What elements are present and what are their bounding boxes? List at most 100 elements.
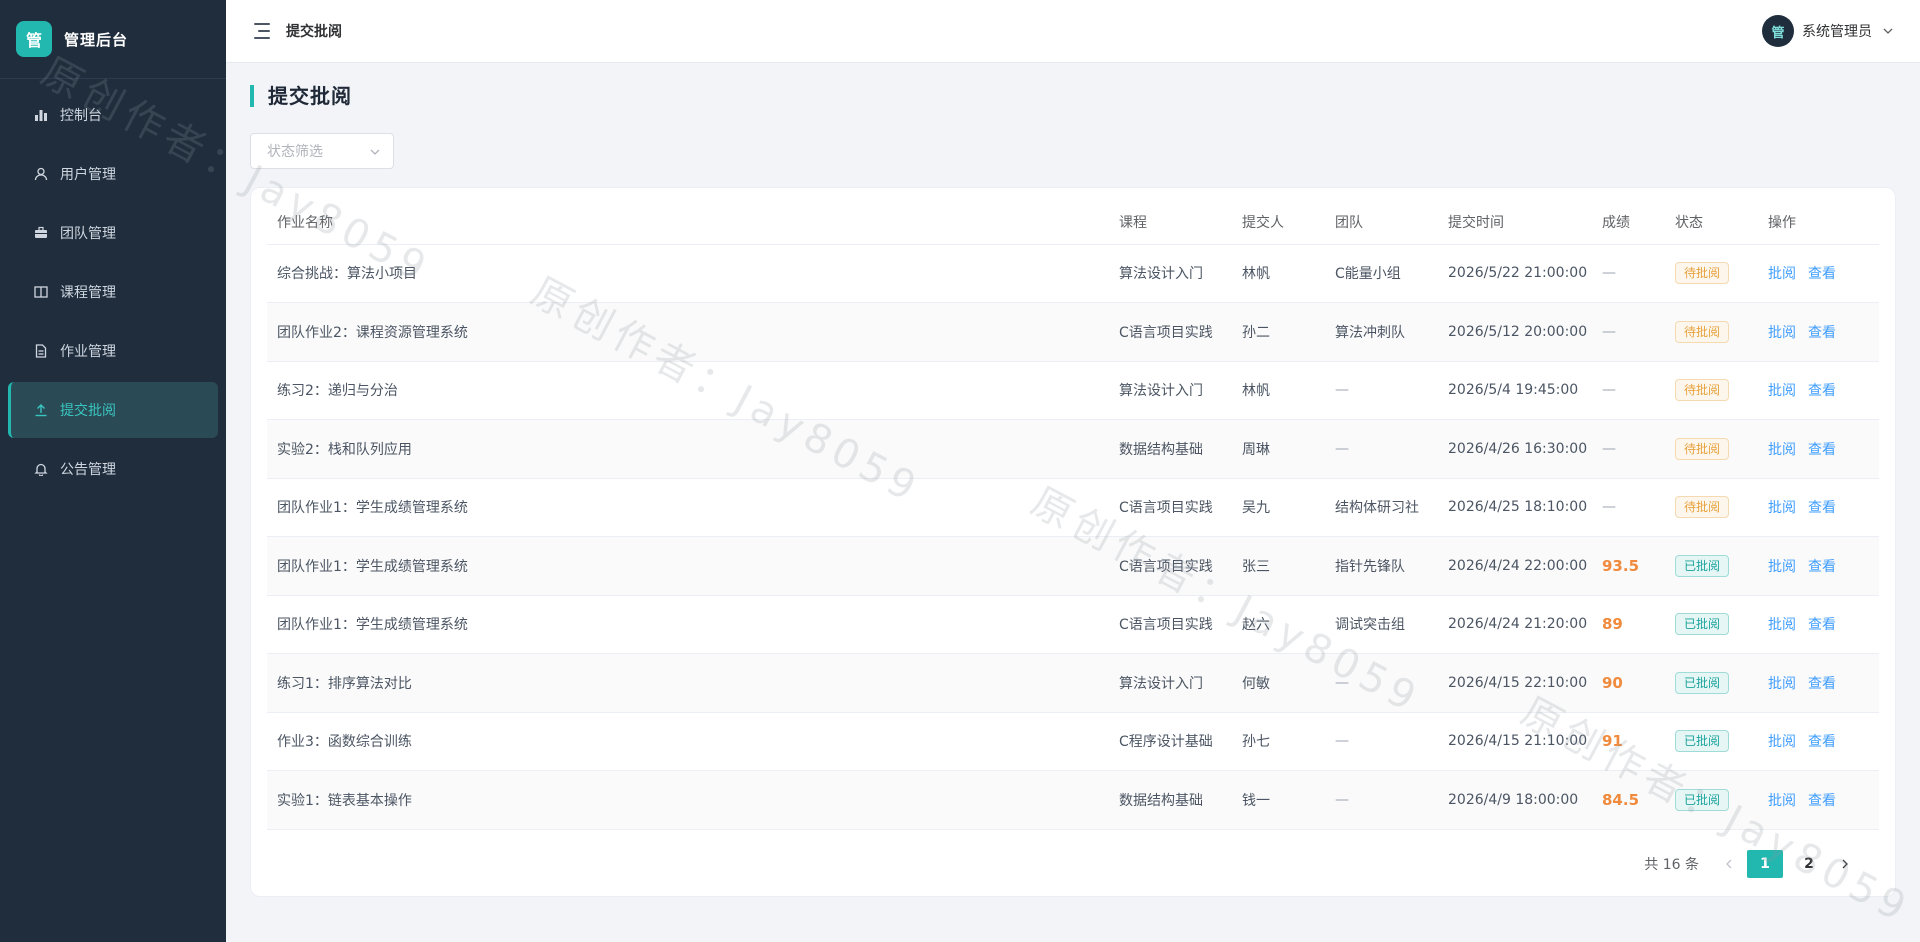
assignment-name: 团队作业1：学生成绩管理系统	[267, 595, 1109, 654]
submitter-name: 何敏	[1232, 653, 1325, 713]
actions-cell: 批阅 查看	[1758, 302, 1879, 362]
status-cell: 已批阅	[1665, 595, 1758, 654]
score-value: 91	[1602, 732, 1623, 751]
assignment-name: 团队作业1：学生成绩管理系统	[267, 478, 1109, 537]
main-content: 提交批阅 状态筛选 作业名称 课程 提交人 团队 提交时间 成绩 状态 操作 综…	[226, 63, 1920, 942]
submit-time: 2026/5/12 20:00:00	[1438, 302, 1592, 362]
sidebar-item-label: 控制台	[60, 108, 102, 124]
bell-icon	[32, 460, 50, 478]
submit-time: 2026/4/15 22:10:00	[1438, 653, 1592, 713]
score-value: —	[1602, 323, 1616, 340]
team-name: 算法冲刺队	[1325, 302, 1438, 362]
course-name: 算法设计入门	[1109, 361, 1232, 420]
view-link[interactable]: 查看	[1808, 266, 1836, 282]
actions-cell: 批阅 查看	[1758, 361, 1879, 420]
score-cell: —	[1592, 244, 1665, 303]
page-button-1[interactable]: 1	[1747, 850, 1783, 878]
brand-logo: 管	[16, 21, 52, 57]
actions-cell: 批阅 查看	[1758, 595, 1879, 654]
column-header: 团队	[1325, 200, 1438, 245]
review-link[interactable]: 批阅	[1768, 325, 1796, 341]
status-badge: 待批阅	[1675, 262, 1730, 285]
sidebar-menu: 控制台 用户管理 团队管理 课程管理 作业管理 提交批阅 公告管理	[0, 87, 226, 497]
review-link[interactable]: 批阅	[1768, 734, 1796, 750]
assignment-name: 作业3：函数综合训练	[267, 712, 1109, 771]
sidebar-item-announcements[interactable]: 公告管理	[8, 441, 218, 497]
status-cell: 已批阅	[1665, 770, 1758, 830]
course-name: C语言项目实践	[1109, 302, 1232, 362]
status-cell: 待批阅	[1665, 419, 1758, 479]
status-cell: 待批阅	[1665, 361, 1758, 420]
view-link[interactable]: 查看	[1808, 734, 1836, 750]
view-link[interactable]: 查看	[1808, 793, 1836, 809]
column-header: 课程	[1109, 200, 1232, 245]
view-link[interactable]: 查看	[1808, 559, 1836, 575]
status-badge: 已批阅	[1675, 671, 1730, 694]
view-link[interactable]: 查看	[1808, 325, 1836, 341]
table-row: 练习2：递归与分治 算法设计入门 林帆 —2026/5/4 19:45:00— 待批阅批…	[267, 361, 1879, 420]
sidebar-item-courses[interactable]: 课程管理	[8, 264, 218, 320]
chevron-down-icon	[370, 149, 380, 155]
review-link[interactable]: 批阅	[1768, 617, 1796, 633]
submitter-name: 钱一	[1232, 770, 1325, 830]
review-link[interactable]: 批阅	[1768, 442, 1796, 458]
score-cell: 84.5	[1592, 770, 1665, 830]
sidebar-item-assignments[interactable]: 作业管理	[8, 323, 218, 379]
view-link[interactable]: 查看	[1808, 500, 1836, 516]
actions-cell: 批阅 查看	[1758, 419, 1879, 479]
status-badge: 待批阅	[1675, 320, 1730, 343]
assignment-name: 团队作业2：课程资源管理系统	[267, 302, 1109, 362]
table-row: 团队作业1：学生成绩管理系统 C语言项目实践 张三 指针先锋队 2026/4/24 22…	[267, 536, 1879, 596]
sidebar-item-label: 作业管理	[60, 344, 116, 360]
view-link[interactable]: 查看	[1808, 442, 1836, 458]
review-link[interactable]: 批阅	[1768, 559, 1796, 575]
sidebar-item-users[interactable]: 用户管理	[8, 146, 218, 202]
brand-title: 管理后台	[64, 30, 129, 49]
submitter-name: 孙二	[1232, 302, 1325, 362]
review-link[interactable]: 批阅	[1768, 500, 1796, 516]
score-cell: —	[1592, 419, 1665, 479]
chevron-right-icon[interactable]	[1831, 850, 1859, 878]
table-row: 作业3：函数综合训练 C程序设计基础 孙七 —2026/4/15 21:10:00 91…	[267, 712, 1879, 771]
sidebar-item-label: 提交批阅	[60, 403, 116, 419]
top-header: 提交批阅 管 系统管理员	[226, 0, 1920, 63]
view-link[interactable]: 查看	[1808, 617, 1836, 633]
status-cell: 待批阅	[1665, 302, 1758, 362]
actions-cell: 批阅 查看	[1758, 244, 1879, 303]
view-link[interactable]: 查看	[1808, 383, 1836, 399]
review-link[interactable]: 批阅	[1768, 793, 1796, 809]
sidebar-item-label: 团队管理	[60, 226, 116, 242]
view-link[interactable]: 查看	[1808, 676, 1836, 692]
column-header: 成绩	[1592, 200, 1665, 245]
submit-time: 2026/5/4 19:45:00	[1438, 361, 1592, 420]
score-value: —	[1602, 499, 1616, 516]
chevron-down-icon	[1883, 28, 1893, 34]
menu-toggle-icon[interactable]	[252, 23, 270, 39]
user-menu[interactable]: 管 系统管理员	[1762, 15, 1894, 47]
score-value: —	[1602, 440, 1616, 457]
column-header: 操作	[1758, 200, 1879, 245]
assignment-name: 练习2：递归与分治	[267, 361, 1109, 420]
table-row: 团队作业1：学生成绩管理系统 C语言项目实践 赵六 调试突击组 2026/4/24 21…	[267, 595, 1879, 654]
review-link[interactable]: 批阅	[1768, 266, 1796, 282]
sidebar-item-label: 公告管理	[60, 462, 116, 478]
document-icon	[32, 342, 50, 360]
course-name: C语言项目实践	[1109, 595, 1232, 654]
review-link[interactable]: 批阅	[1768, 383, 1796, 399]
assignment-name: 练习1：排序算法对比	[267, 653, 1109, 713]
course-name: 算法设计入门	[1109, 244, 1232, 303]
score-value: —	[1602, 382, 1616, 399]
page-button-2[interactable]: 2	[1791, 850, 1827, 878]
score-value: —	[1602, 265, 1616, 282]
status-filter-select[interactable]: 状态筛选	[250, 133, 394, 169]
chevron-left-icon[interactable]	[1715, 850, 1743, 878]
table-row: 综合挑战：算法小项目 算法设计入门 林帆 C能量小组 2026/5/22 21:00:0…	[267, 244, 1879, 303]
sidebar-item-dashboard[interactable]: 控制台	[8, 87, 218, 143]
status-cell: 已批阅	[1665, 653, 1758, 713]
sidebar-item-teams[interactable]: 团队管理	[8, 205, 218, 261]
briefcase-icon	[32, 224, 50, 242]
score-value: 89	[1602, 615, 1623, 634]
score-cell: —	[1592, 302, 1665, 362]
sidebar-item-submissions[interactable]: 提交批阅	[8, 382, 218, 438]
review-link[interactable]: 批阅	[1768, 676, 1796, 692]
